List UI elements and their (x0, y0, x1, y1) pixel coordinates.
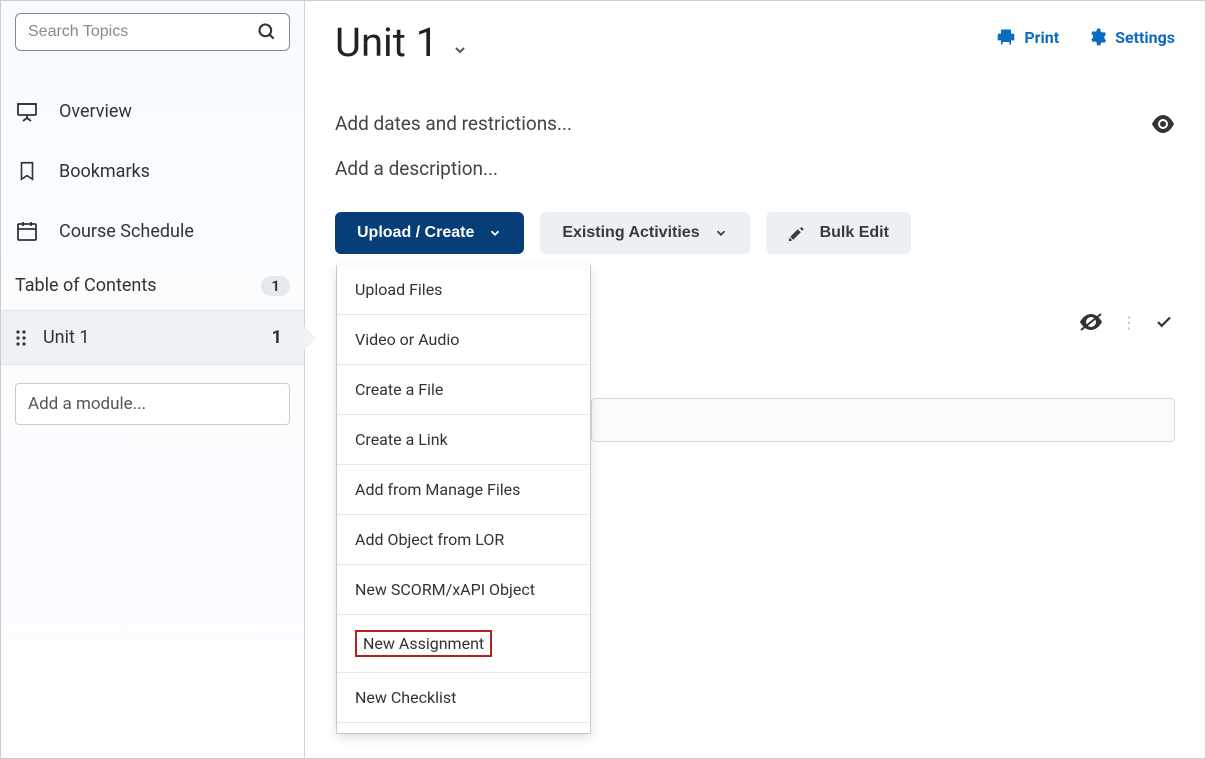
settings-label: Settings (1115, 28, 1175, 47)
edit-icon (788, 224, 806, 242)
upload-create-label: Upload / Create (357, 224, 474, 242)
dropdown-item-add-lor[interactable]: Add Object from LOR (337, 515, 590, 565)
nav-label: Course Schedule (59, 221, 194, 242)
print-icon (996, 27, 1016, 47)
add-dates-link[interactable]: Add dates and restrictions... (335, 112, 572, 135)
unit-label: Unit 1 (43, 327, 89, 348)
settings-button[interactable]: Settings (1087, 27, 1175, 47)
dropdown-item-upload-files[interactable]: Upload Files (337, 265, 590, 315)
dropdown-item-scorm[interactable]: New SCORM/xAPI Object (337, 565, 590, 615)
chevron-down-icon (714, 226, 728, 240)
dropdown-item-video-audio[interactable]: Video or Audio (337, 315, 590, 365)
print-button[interactable]: Print (996, 27, 1059, 47)
search-box[interactable] (15, 13, 290, 51)
dropdown-item-new-assignment[interactable]: New Assignment (337, 615, 590, 673)
hidden-eye-icon[interactable] (1079, 312, 1103, 332)
drag-handle-icon[interactable] (15, 329, 27, 347)
bookmark-icon (15, 159, 39, 183)
bulk-edit-button[interactable]: Bulk Edit (766, 212, 911, 254)
upload-create-dropdown: Upload Files Video or Audio Create a Fil… (336, 265, 591, 734)
add-submodule-input[interactable] (591, 398, 1175, 442)
existing-activities-label: Existing Activities (562, 224, 699, 242)
unit-count: 1 (272, 327, 282, 348)
more-options-icon[interactable]: ⋮ (1121, 313, 1135, 332)
gear-icon (1087, 27, 1107, 47)
checkmark-icon[interactable] (1153, 313, 1175, 331)
nav-course-schedule[interactable]: Course Schedule (1, 201, 304, 261)
dropdown-item-create-file[interactable]: Create a File (337, 365, 590, 415)
bulk-edit-label: Bulk Edit (820, 224, 889, 242)
dropdown-item-new-checklist[interactable]: New Checklist (337, 673, 590, 723)
toc-count-badge: 1 (261, 276, 290, 296)
sidebar-item-unit1[interactable]: Unit 1 1 (1, 310, 304, 365)
dropdown-item-add-manage-files[interactable]: Add from Manage Files (337, 465, 590, 515)
nav-label: Bookmarks (59, 161, 150, 182)
dropdown-overflow (337, 723, 590, 733)
sidebar: Overview Bookmarks Course Schedule Table… (1, 1, 305, 758)
search-icon[interactable] (257, 22, 277, 42)
print-label: Print (1024, 28, 1059, 47)
toc-label: Table of Contents (15, 275, 157, 296)
nav-label: Overview (59, 101, 132, 122)
add-description-link[interactable]: Add a description... (335, 157, 1175, 180)
visibility-eye-icon[interactable] (1151, 115, 1175, 133)
dropdown-item-create-link[interactable]: Create a Link (337, 415, 590, 465)
title-dropdown-caret[interactable] (452, 42, 468, 58)
toc-heading[interactable]: Table of Contents 1 (1, 261, 304, 310)
presentation-icon (15, 99, 39, 123)
add-module-input[interactable]: Add a module... (15, 383, 290, 425)
calendar-icon (15, 219, 39, 243)
nav-overview[interactable]: Overview (1, 81, 304, 141)
nav-bookmarks[interactable]: Bookmarks (1, 141, 304, 201)
existing-activities-button[interactable]: Existing Activities (540, 212, 749, 254)
chevron-down-icon (488, 226, 502, 240)
upload-create-button[interactable]: Upload / Create (335, 212, 524, 254)
search-input[interactable] (28, 23, 257, 41)
add-module-placeholder: Add a module... (28, 394, 146, 414)
page-title: Unit 1 (335, 19, 438, 66)
